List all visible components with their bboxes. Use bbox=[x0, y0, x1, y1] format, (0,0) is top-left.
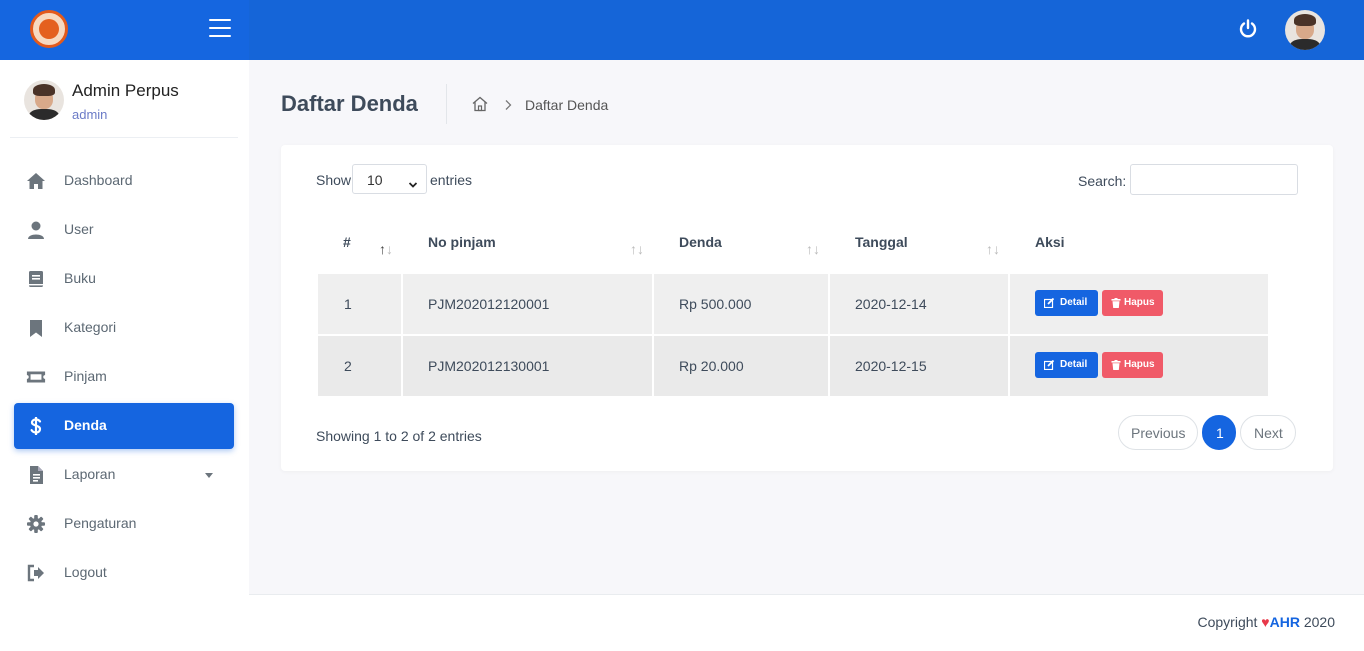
book-icon bbox=[26, 269, 46, 289]
sidebar-item-pengaturan[interactable]: Pengaturan bbox=[14, 501, 234, 547]
avatar bbox=[24, 80, 64, 120]
sidebar-item-label: Denda bbox=[64, 417, 107, 433]
breadcrumb-current: Daftar Denda bbox=[525, 97, 609, 113]
ticket-icon bbox=[26, 367, 46, 387]
sidebar-item-dashboard[interactable]: Dashboard bbox=[14, 158, 234, 204]
sidebar-item-label: Dashboard bbox=[64, 172, 133, 188]
dollar-icon bbox=[26, 416, 46, 436]
sidebar-item-logout[interactable]: Logout bbox=[14, 550, 234, 596]
cell-denda: Rp 500.000 bbox=[679, 296, 752, 312]
chevron-down-icon bbox=[408, 176, 418, 188]
sidebar-item-label: Logout bbox=[64, 564, 107, 580]
show-label: Show bbox=[316, 172, 352, 188]
edit-icon bbox=[1043, 297, 1055, 309]
avatar[interactable] bbox=[1285, 10, 1325, 50]
bookmark-icon bbox=[26, 318, 46, 338]
gear-icon bbox=[26, 514, 46, 534]
footer-brand-link[interactable]: AHR bbox=[1270, 614, 1300, 630]
cell-denda: Rp 20.000 bbox=[679, 358, 744, 374]
cell-no: 1 bbox=[344, 296, 352, 312]
search-label: Search: bbox=[1078, 173, 1127, 189]
app-logo[interactable] bbox=[30, 10, 68, 48]
sidebar-item-label: Buku bbox=[64, 270, 96, 286]
sidebar-item-label: Pinjam bbox=[64, 368, 107, 384]
cell-no: 2 bbox=[344, 358, 352, 374]
profile-name: Admin Perpus bbox=[72, 81, 179, 100]
denda-card: Show 10 entries Search: # ↑ ↓ No pinjam ↑… bbox=[281, 145, 1333, 471]
chevron-right-icon bbox=[502, 98, 514, 110]
sidebar: Admin Perpus admin Dashboard User Buku K… bbox=[0, 60, 249, 651]
sort-icon: ↑ ↓ bbox=[986, 241, 1000, 257]
cell-no-pinjam: PJM202012130001 bbox=[428, 358, 550, 374]
table-row: 2 PJM202012130001 Rp 20.000 2020-12-15 D… bbox=[318, 336, 1268, 396]
breadcrumb-home-icon[interactable] bbox=[471, 95, 489, 113]
sidebar-profile: Admin Perpus admin bbox=[10, 60, 238, 138]
detail-button[interactable]: Detail bbox=[1035, 290, 1098, 316]
hapus-button[interactable]: Hapus bbox=[1102, 290, 1163, 316]
next-button[interactable]: Next bbox=[1240, 415, 1296, 450]
heart-icon: ♥ bbox=[1261, 614, 1270, 630]
edit-icon bbox=[1043, 359, 1055, 371]
sort-icon: ↑ ↓ bbox=[806, 241, 820, 257]
sidebar-item-buku[interactable]: Buku bbox=[14, 256, 234, 302]
cell-tanggal: 2020-12-15 bbox=[855, 358, 927, 374]
sidebar-item-denda[interactable]: Denda bbox=[14, 403, 234, 449]
page-1-button[interactable]: 1 bbox=[1202, 415, 1236, 450]
sidebar-item-label: User bbox=[64, 221, 94, 237]
power-icon[interactable] bbox=[1237, 18, 1259, 40]
sidebar-item-label: Pengaturan bbox=[64, 515, 137, 531]
search-input[interactable] bbox=[1130, 164, 1298, 195]
sidebar-item-label: Laporan bbox=[64, 466, 116, 482]
page-size-value: 10 bbox=[367, 172, 383, 188]
page-title: Daftar Denda bbox=[281, 91, 418, 116]
sidebar-item-user[interactable]: User bbox=[14, 207, 234, 253]
report-icon bbox=[26, 465, 46, 485]
previous-button[interactable]: Previous bbox=[1118, 415, 1198, 450]
table-info: Showing 1 to 2 of 2 entries bbox=[316, 428, 482, 444]
home-icon bbox=[26, 171, 46, 191]
top-navbar bbox=[0, 0, 1364, 60]
brand-area bbox=[0, 0, 249, 60]
sidebar-item-kategori[interactable]: Kategori bbox=[14, 305, 234, 351]
user-icon bbox=[26, 220, 46, 240]
table-row: 1 PJM202012120001 Rp 500.000 2020-12-14 … bbox=[318, 274, 1268, 334]
cell-no-pinjam: PJM202012120001 bbox=[428, 296, 550, 312]
footer: Copyright ♥AHR 2020 bbox=[249, 594, 1364, 651]
entries-label: entries bbox=[430, 172, 473, 188]
page-size-select[interactable]: 10 bbox=[352, 164, 427, 194]
sidebar-item-label: Kategori bbox=[64, 319, 117, 335]
trash-icon bbox=[1111, 298, 1121, 308]
trash-icon bbox=[1111, 360, 1121, 370]
menu-toggle-button[interactable] bbox=[209, 19, 231, 37]
sort-icon: ↑ ↓ bbox=[379, 241, 393, 257]
header-divider bbox=[446, 84, 447, 124]
logout-icon bbox=[26, 563, 46, 583]
copyright-text: Copyright ♥AHR 2020 bbox=[1197, 614, 1335, 630]
table-header: # ↑ ↓ No pinjam ↑ ↓ Denda ↑ ↓ Tanggal ↑ ↓ Ak… bbox=[343, 234, 1065, 257]
hapus-button[interactable]: Hapus bbox=[1102, 352, 1163, 378]
sort-icon: ↑ ↓ bbox=[630, 241, 644, 257]
detail-button[interactable]: Detail bbox=[1035, 352, 1098, 378]
profile-role: admin bbox=[72, 107, 108, 122]
sidebar-item-pinjam[interactable]: Pinjam bbox=[14, 354, 234, 400]
column-header-aksi: Aksi bbox=[1035, 234, 1065, 250]
sidebar-item-laporan[interactable]: Laporan bbox=[14, 452, 234, 498]
chevron-down-icon bbox=[205, 473, 213, 478]
cell-tanggal: 2020-12-14 bbox=[855, 296, 927, 312]
